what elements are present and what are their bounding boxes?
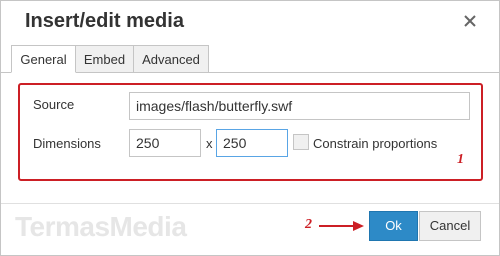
dimensions-label: Dimensions <box>33 136 101 151</box>
annotation-marker-1: 1 <box>457 152 464 167</box>
watermark-text: TermasMedia <box>15 211 187 242</box>
width-input[interactable]: 250 <box>129 129 201 157</box>
source-input[interactable]: images/flash/butterfly.swf <box>129 92 470 120</box>
cancel-button[interactable]: Cancel <box>419 211 481 241</box>
arrow-right-icon <box>319 219 365 238</box>
footer-divider <box>1 203 499 204</box>
dialog-title: Insert/edit media <box>25 10 184 32</box>
height-input[interactable]: 250 <box>216 129 288 157</box>
tab-general[interactable]: General <box>11 45 76 73</box>
annotation-marker-2: 2 <box>305 217 312 232</box>
insert-edit-media-dialog: Insert/edit media General Embed Advanced… <box>0 0 500 256</box>
ok-button[interactable]: Ok <box>369 211 418 241</box>
source-label: Source <box>33 97 75 112</box>
constrain-proportions-label[interactable]: Constrain proportions <box>313 136 437 151</box>
tab-embed[interactable]: Embed <box>76 45 134 73</box>
close-icon[interactable] <box>462 13 478 29</box>
constrain-proportions-checkbox[interactable] <box>293 134 309 150</box>
tab-advanced[interactable]: Advanced <box>134 45 209 73</box>
dimension-separator: x <box>206 136 213 151</box>
